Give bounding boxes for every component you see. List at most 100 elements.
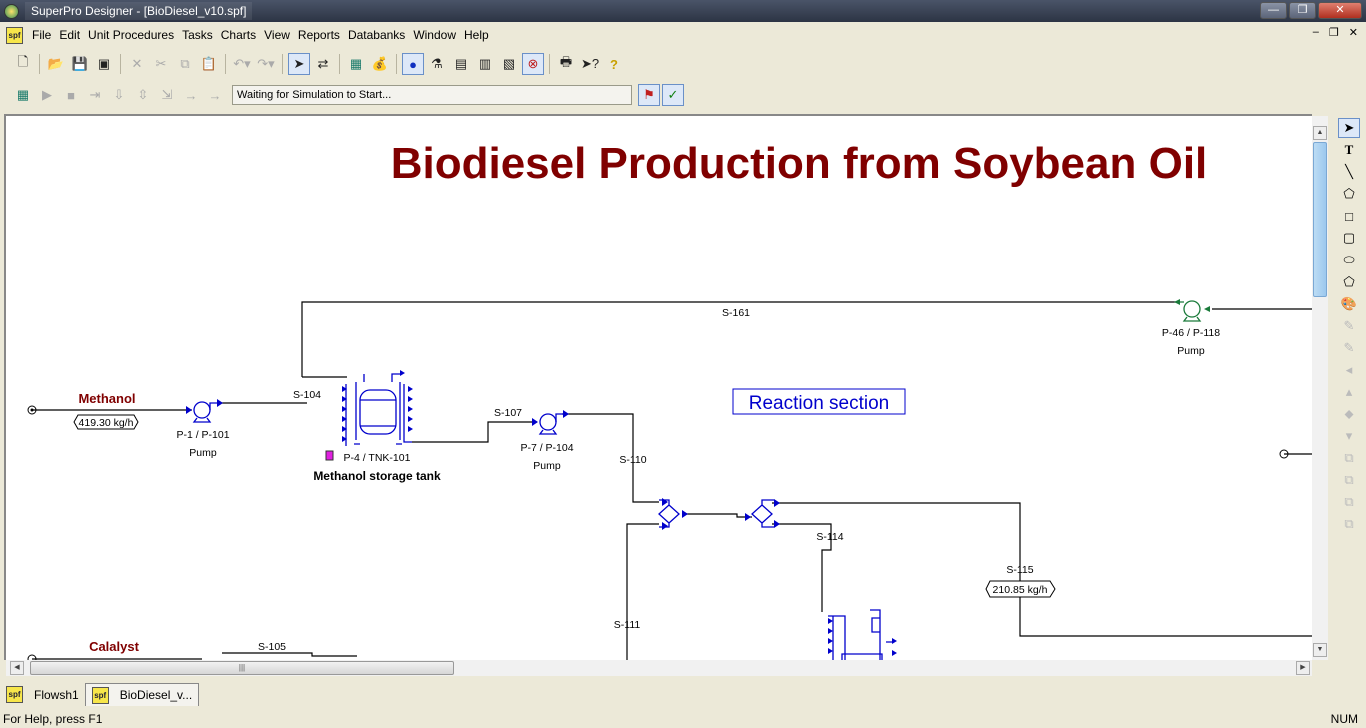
align-left-icon[interactable]: ◂ (1338, 360, 1360, 380)
doc-close-button[interactable]: ✕ (1349, 26, 1358, 39)
stream-label[interactable]: S-105 (258, 641, 286, 653)
input-label-catalyst[interactable]: Calalyst (89, 639, 140, 654)
align-down-icon[interactable]: ▾ (1338, 426, 1360, 446)
unit-id[interactable]: P-7 / P-104 (520, 442, 573, 454)
save-icon[interactable]: 💾 (69, 53, 91, 75)
equipment-icon[interactable]: ⚗ (426, 53, 448, 75)
horizontal-scrollbar[interactable]: ◀ ||| ▶ (6, 660, 1312, 676)
shapes-icon[interactable]: ● (402, 53, 424, 75)
input-label-methanol[interactable]: Methanol (78, 391, 135, 406)
copy-icon[interactable]: ⧉ (174, 53, 196, 75)
bring-front-icon[interactable]: ⧉ (1338, 448, 1360, 468)
section-label[interactable]: Reaction section (749, 393, 889, 414)
menu-view[interactable]: View (260, 28, 294, 42)
paste-icon[interactable]: 📋 (198, 53, 220, 75)
menu-edit[interactable]: Edit (55, 28, 84, 42)
scroll-left-button[interactable]: ◀ (10, 661, 24, 675)
step-icon[interactable]: ⇥ (84, 84, 106, 106)
stop-icon[interactable]: ■ (60, 84, 82, 106)
scroll-right-button[interactable]: ▶ (1296, 661, 1310, 675)
print-icon[interactable]: 🖶 (555, 53, 577, 75)
calculator-icon[interactable]: ▦ (12, 84, 34, 106)
menu-window[interactable]: Window (409, 28, 460, 42)
group-icon[interactable]: ⧉ (1338, 492, 1360, 512)
step-into-icon[interactable]: ⇲ (156, 84, 178, 106)
doc-restore-button[interactable]: ❐ (1329, 26, 1339, 39)
menu-unit-procedures[interactable]: Unit Procedures (84, 28, 178, 42)
stream-label[interactable]: S-161 (722, 307, 750, 319)
unit-id[interactable]: P-4 / TNK-101 (344, 452, 411, 464)
stream-label[interactable]: S-107 (494, 407, 522, 419)
menu-bar: spf File Edit Unit Procedures Tasks Char… (0, 24, 1366, 46)
scissors-icon[interactable]: ✂ (150, 53, 172, 75)
ellipse-icon[interactable]: ⬭ (1338, 250, 1360, 270)
undo-icon[interactable]: ↶▾ (231, 53, 253, 75)
rectangle-icon[interactable]: □ (1338, 206, 1360, 226)
vertical-scroll-thumb[interactable] (1313, 142, 1327, 297)
close-button[interactable]: ✕ (1318, 2, 1362, 19)
send-back-icon[interactable]: ⧉ (1338, 470, 1360, 490)
spf-doc-icon[interactable]: spf (6, 26, 23, 44)
cut-icon[interactable]: ✕ (126, 53, 148, 75)
menu-charts[interactable]: Charts (217, 28, 260, 42)
pen-icon[interactable]: ✎ (1338, 316, 1360, 336)
connect-icon[interactable]: ⇄ (312, 53, 334, 75)
align-center-icon[interactable]: ⬥ (1338, 404, 1360, 424)
step-over-icon[interactable]: ⇳ (132, 84, 154, 106)
step-down-icon[interactable]: ⇩ (108, 84, 130, 106)
vertical-scrollbar[interactable]: ▲ ▼ (1312, 116, 1328, 660)
open-icon[interactable]: 📂 (45, 53, 67, 75)
scroll-up-button[interactable]: ▲ (1313, 126, 1327, 140)
minimize-button[interactable]: — (1260, 2, 1287, 19)
stream-label[interactable]: S-104 (293, 389, 321, 401)
tab-flowsh1[interactable]: spf Flowsh1 (0, 683, 85, 706)
line-icon[interactable]: ╲ (1338, 162, 1360, 182)
redo-icon[interactable]: ↷▾ (255, 53, 277, 75)
stream-label[interactable]: S-111 (614, 619, 641, 631)
stream-label[interactable]: S-114 (816, 531, 843, 543)
unit-type: Pump (189, 447, 217, 459)
economics-icon[interactable]: 💰 (369, 53, 391, 75)
calculator-icon[interactable]: ▦ (345, 53, 367, 75)
pen2-icon[interactable]: ✎ (1338, 338, 1360, 358)
table-icon[interactable]: ▥ (474, 53, 496, 75)
align-up-icon[interactable]: ▴ (1338, 382, 1360, 402)
play-icon[interactable]: ▶ (36, 84, 58, 106)
scroll-down-button[interactable]: ▼ (1313, 643, 1327, 657)
select-icon[interactable]: ➤ (1338, 118, 1360, 138)
text-icon[interactable]: T (1338, 140, 1360, 160)
palette-color-icon[interactable]: 🎨 (1338, 294, 1360, 314)
title-bar: SuperPro Designer - [BioDiesel_v10.spf] … (0, 0, 1366, 22)
menu-reports[interactable]: Reports (294, 28, 344, 42)
tab-biodiesel[interactable]: spf BioDiesel_v... (84, 683, 200, 706)
doc-minimize-button[interactable]: – (1313, 26, 1319, 39)
menu-file[interactable]: File (28, 28, 55, 42)
pentagon-icon[interactable]: ⬠ (1338, 272, 1360, 292)
context-help-icon[interactable]: ➤? (579, 53, 601, 75)
spf-doc-icon: spf (6, 686, 23, 703)
run-to-icon[interactable]: → (180, 84, 202, 106)
report-icon[interactable]: ▤ (450, 53, 472, 75)
rounded-rect-icon[interactable]: ▢ (1338, 228, 1360, 248)
databank-icon[interactable]: ▧ (498, 53, 520, 75)
polygon-icon[interactable]: ⬠ (1338, 184, 1360, 204)
simulate-icon[interactable]: ⊗ (522, 53, 544, 75)
flowsheet-canvas[interactable]: Biodiesel Production from Soybean Oil Re… (4, 114, 1312, 660)
stream-label[interactable]: S-110 (619, 454, 646, 466)
flag-check-icon[interactable]: ✓ (662, 84, 684, 106)
help-icon[interactable]: ? (603, 53, 625, 75)
menu-databanks[interactable]: Databanks (344, 28, 409, 42)
new-icon[interactable]: 🗋 (12, 53, 34, 75)
unit-id[interactable]: P-46 / P-118 (1162, 327, 1220, 339)
unit-id[interactable]: P-1 / P-101 (176, 429, 229, 441)
menu-tasks[interactable]: Tasks (178, 28, 217, 42)
horizontal-scroll-thumb[interactable]: ||| (30, 661, 454, 675)
menu-help[interactable]: Help (460, 28, 493, 42)
flag-error-icon[interactable]: ⚑ (638, 84, 660, 106)
run-from-icon[interactable]: → (204, 84, 226, 106)
ungroup-icon[interactable]: ⧉ (1338, 514, 1360, 534)
select-icon[interactable]: ➤ (288, 53, 310, 75)
stream-label[interactable]: S-115 (1006, 564, 1033, 576)
save-all-icon[interactable]: ▣ (93, 53, 115, 75)
maximize-button[interactable]: ❐ (1289, 2, 1316, 19)
